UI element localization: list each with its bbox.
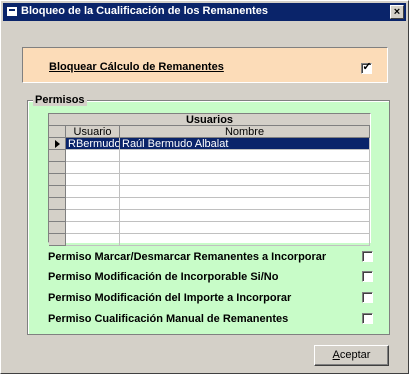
cell-usuario[interactable]: RBermudo	[66, 138, 120, 150]
cell-nombre[interactable]	[120, 234, 370, 246]
permission-checkbox[interactable]	[362, 292, 373, 303]
permission-checkbox[interactable]	[362, 271, 373, 282]
permisos-legend: Permisos	[33, 94, 87, 106]
title-bar[interactable]: Bloqueo de la Cualificación de los Reman…	[3, 3, 406, 21]
table-row[interactable]	[49, 162, 370, 174]
cell-nombre[interactable]	[120, 186, 370, 198]
cell-usuario[interactable]	[66, 150, 120, 162]
row-selector[interactable]	[49, 138, 66, 150]
table-row[interactable]	[49, 234, 370, 246]
current-row-arrow-icon	[55, 140, 60, 148]
row-selector[interactable]	[49, 150, 66, 162]
cell-usuario[interactable]	[66, 186, 120, 198]
app-icon	[7, 7, 17, 16]
row-selector[interactable]	[49, 162, 66, 174]
lock-label: Bloquear Cálculo de Remanentes	[49, 61, 224, 73]
accept-label: ceptar	[339, 349, 371, 361]
cell-usuario[interactable]	[66, 210, 120, 222]
accept-hotkey: A	[332, 349, 340, 361]
window-title: Bloqueo de la Cualificación de los Reman…	[21, 5, 268, 17]
check-icon: ✓	[362, 61, 372, 73]
permission-checkbox[interactable]	[362, 313, 373, 324]
grid-group-header: Usuarios	[49, 114, 370, 126]
table-row[interactable]	[49, 210, 370, 222]
row-selector[interactable]	[49, 174, 66, 186]
permission-label: Permiso Cualificación Manual de Remanent…	[48, 313, 289, 325]
row-selector[interactable]	[49, 222, 66, 234]
cell-nombre[interactable]	[120, 222, 370, 234]
cell-nombre[interactable]	[120, 162, 370, 174]
permission-checkbox[interactable]	[362, 251, 373, 262]
permission-label: Permiso Modificación de Incorporable Si/…	[48, 271, 279, 283]
lock-label-text: Bloquear Cálculo de Remanentes	[49, 61, 224, 73]
lock-checkbox[interactable]: ✓	[361, 61, 372, 74]
table-row[interactable]	[49, 186, 370, 198]
table-row[interactable]: RBermudo Raúl Bermudo Albalat	[49, 138, 370, 150]
close-button[interactable]: ×	[390, 5, 404, 19]
cell-nombre[interactable]	[120, 210, 370, 222]
lock-panel: Bloquear Cálculo de Remanentes	[22, 47, 388, 83]
permission-label: Permiso Modificación del Importe a Incor…	[48, 292, 292, 304]
cell-usuario[interactable]	[66, 162, 120, 174]
accept-button[interactable]: Aceptar	[314, 345, 389, 366]
row-selector[interactable]	[49, 210, 66, 222]
permission-row: Permiso Cualificación Manual de Remanent…	[48, 312, 378, 326]
row-selector[interactable]	[49, 186, 66, 198]
users-grid[interactable]: Usuarios Usuario Nombre RBermudo Raúl Ber…	[48, 113, 371, 246]
cell-nombre[interactable]	[120, 198, 370, 210]
cell-usuario[interactable]	[66, 222, 120, 234]
row-selector[interactable]	[49, 234, 66, 246]
cell-nombre[interactable]	[120, 150, 370, 162]
cell-usuario[interactable]	[66, 198, 120, 210]
table-row[interactable]	[49, 198, 370, 210]
cell-nombre[interactable]	[120, 174, 370, 186]
permission-label: Permiso Marcar/Desmarcar Remanentes a In…	[48, 251, 327, 263]
table-row[interactable]	[49, 174, 370, 186]
cell-usuario[interactable]	[66, 174, 120, 186]
permission-row: Permiso Marcar/Desmarcar Remanentes a In…	[48, 250, 378, 264]
cell-nombre[interactable]: Raúl Bermudo Albalat	[120, 138, 370, 150]
cell-usuario[interactable]	[66, 234, 120, 246]
column-header-nombre[interactable]: Nombre	[120, 126, 370, 138]
grid-indicator-header	[49, 126, 66, 138]
table-row[interactable]	[49, 222, 370, 234]
permission-row: Permiso Modificación del Importe a Incor…	[48, 291, 378, 305]
permission-row: Permiso Modificación de Incorporable Si/…	[48, 270, 378, 284]
table-row[interactable]	[49, 150, 370, 162]
column-header-usuario[interactable]: Usuario	[66, 126, 120, 138]
row-selector[interactable]	[49, 198, 66, 210]
